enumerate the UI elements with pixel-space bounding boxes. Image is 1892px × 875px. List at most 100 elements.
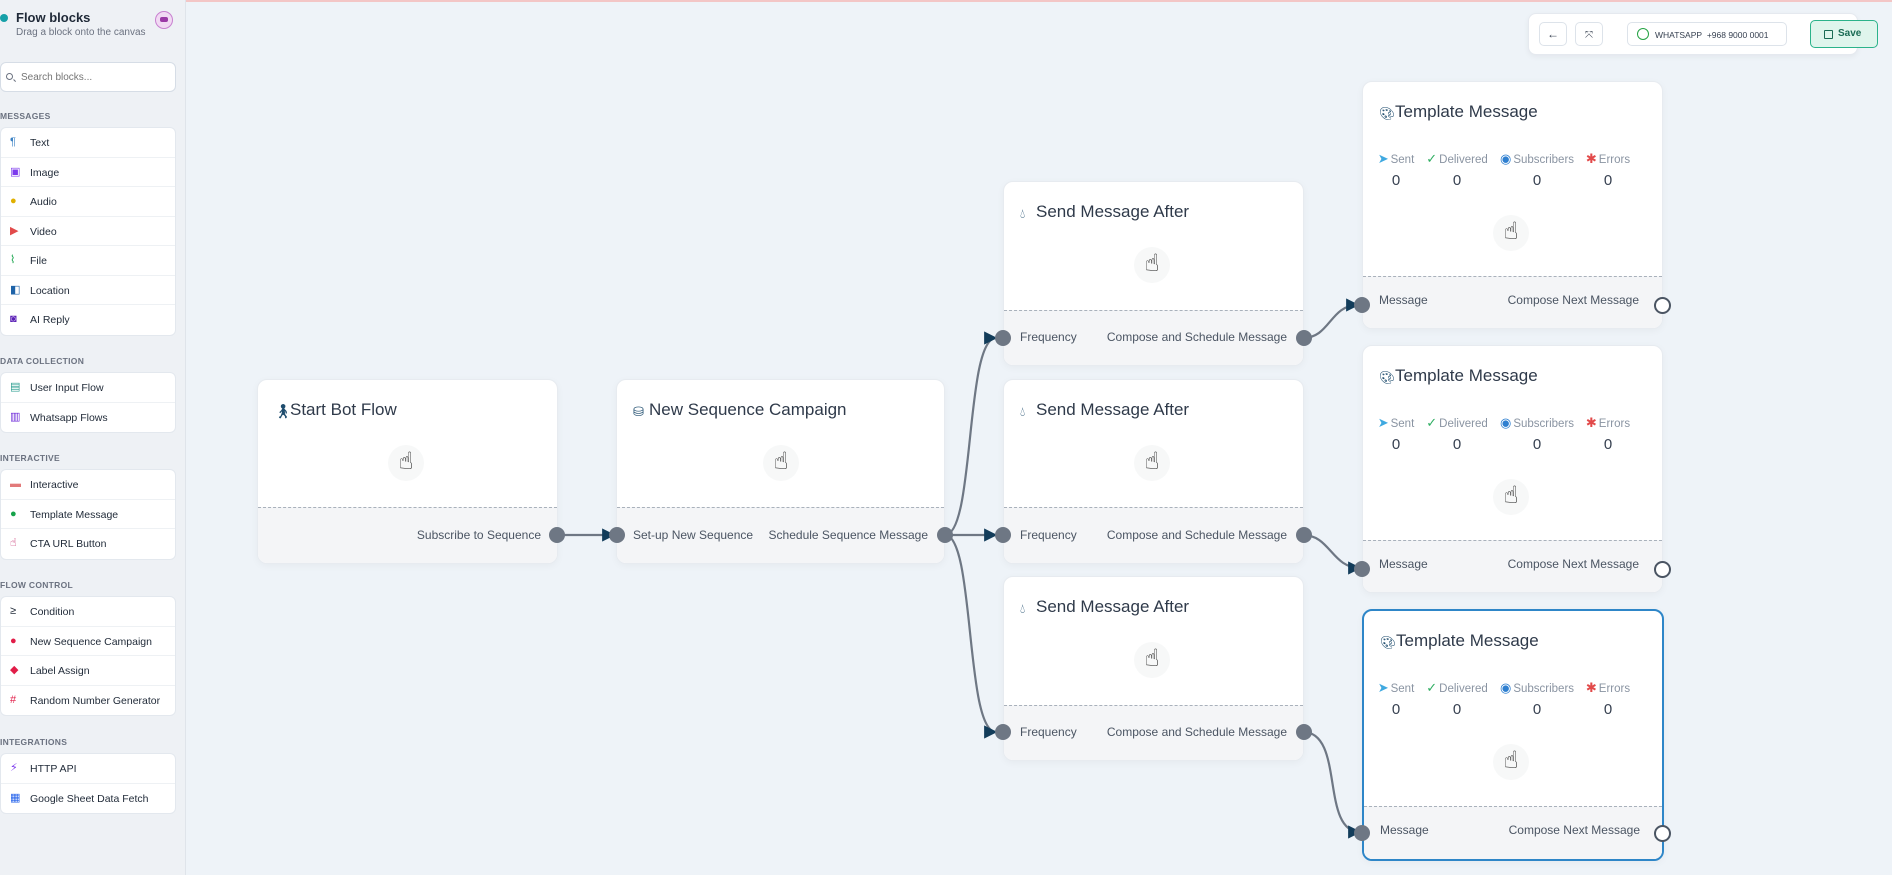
hand-pointer-icon[interactable]: ☝︎ — [1134, 247, 1170, 283]
send-message-after-node[interactable]: 💧︎ Send Message After ☝︎ Frequency Compos… — [1003, 181, 1304, 366]
input-port[interactable] — [995, 724, 1011, 740]
sidebar-item-new-sequence-campaign[interactable]: ● New Sequence Campaign — [1, 627, 175, 656]
input-port[interactable] — [1354, 297, 1370, 313]
sidebar-item-video[interactable]: ▶ Video — [1, 217, 175, 246]
whatsapp-number-chip[interactable]: WHATSAPP +968 9000 0001 — [1627, 22, 1787, 46]
microphone-icon: ● — [10, 195, 17, 207]
sidebar-item-image[interactable]: ▣ Image — [1, 158, 175, 187]
plug-icon: ⚡ — [10, 762, 18, 774]
wire-campaign-to-send-1[interactable] — [944, 331, 998, 537]
wire-campaign-to-send-3[interactable] — [944, 533, 998, 739]
sidebar-item-user-input-flow[interactable]: ▤ User Input Flow — [1, 373, 175, 403]
wire-send2-to-template2[interactable] — [1302, 533, 1362, 575]
sidebar-item-template-message[interactable]: ● Template Message — [1, 500, 175, 529]
hand-pointer-icon[interactable]: ☝︎ — [1493, 215, 1529, 251]
output-port[interactable] — [549, 527, 565, 543]
output-label: Compose and Schedule Message — [1106, 528, 1287, 542]
stat-subscribers: ◉ Subscribers 0 — [1497, 151, 1577, 189]
save-button[interactable]: Save — [1810, 20, 1878, 48]
sidebar-item-http-api[interactable]: ⚡ HTTP API — [1, 754, 175, 784]
node-title: 💧︎ Send Message After — [1020, 202, 1189, 222]
output-port[interactable] — [1296, 724, 1312, 740]
sidebar-item-label: Interactive — [30, 479, 79, 491]
input-label: Frequency — [1020, 725, 1077, 739]
search-input[interactable] — [21, 69, 171, 86]
node-footer: Message Compose Next Message — [1363, 540, 1662, 592]
section-group: ▤ User Input Flow ▥ Whatsapp Flows — [0, 372, 176, 433]
sidebar-item-label: Label Assign — [30, 665, 90, 677]
sidebar-item-ai-reply[interactable]: ◙ AI Reply — [1, 305, 175, 335]
sidebar-item-interactive[interactable]: ▬ Interactive — [1, 470, 175, 500]
hand-pointer-icon[interactable]: ☝︎ — [1134, 642, 1170, 678]
hand-pointer-icon[interactable]: ☝︎ — [1493, 744, 1529, 780]
stat-value: 0 — [1532, 436, 1542, 453]
bot-avatar-icon[interactable] — [155, 11, 173, 29]
input-port[interactable] — [609, 527, 625, 543]
palette-icon: ● — [10, 507, 17, 520]
input-port[interactable] — [995, 527, 1011, 543]
sidebar-item-label: File — [30, 255, 47, 267]
sidebar-item-label-assign[interactable]: ◆ Label Assign — [1, 656, 175, 686]
check-circle-icon: ✓ — [1426, 415, 1438, 430]
output-port[interactable] — [1296, 527, 1312, 543]
sidebar-item-label: Condition — [30, 606, 75, 618]
expand-icon: ⤧ — [1585, 30, 1593, 41]
input-label: Message — [1379, 293, 1428, 307]
stat-label: Sent — [1390, 418, 1415, 430]
input-port[interactable] — [1354, 561, 1370, 577]
template-message-node-selected[interactable]: 🎨︎Template Message ➤ Sent 0 ✓ Delivered 0 ◉ S… — [1362, 609, 1664, 861]
fit-view-button[interactable]: ⤧ — [1575, 22, 1603, 46]
open-output-port[interactable] — [1654, 825, 1671, 842]
sidebar-item-audio[interactable]: ● Audio — [1, 187, 175, 217]
stat-label: Sent — [1390, 683, 1415, 695]
sidebar-item-whatsapp-flows[interactable]: ▥ Whatsapp Flows — [1, 403, 175, 433]
input-port[interactable] — [1354, 825, 1370, 841]
person-walking-icon: 🚶︎ — [274, 403, 292, 419]
wire-send3-to-template3[interactable] — [1302, 730, 1362, 839]
sidebar-item-cta-url-button[interactable]: ☝ CTA URL Button — [1, 529, 175, 559]
new-sequence-campaign-node[interactable]: ⛁ New Sequence Campaign ☝︎ Set-up New Seq… — [616, 379, 945, 564]
whatsapp-icon — [1637, 28, 1649, 40]
open-output-port[interactable] — [1654, 561, 1671, 578]
send-message-after-node[interactable]: 💧︎ Send Message After ☝︎ Frequency Compos… — [1003, 576, 1304, 761]
check-circle-icon: ✓ — [1426, 151, 1438, 166]
sidebar-item-label: Google Sheet Data Fetch — [30, 792, 149, 805]
search-icon — [6, 73, 13, 80]
template-message-node[interactable]: 🎨︎Template Message ➤ Sent 0 ✓ Delivered 0 ◉ S… — [1362, 81, 1663, 329]
input-label: Message — [1379, 557, 1428, 571]
start-bot-flow-node[interactable]: 🚶︎Start Bot Flow ☝︎ Subscribe to Sequenc… — [257, 379, 558, 564]
stat-errors: ✱ Errors 0 — [1568, 415, 1648, 453]
hand-pointer-icon[interactable]: ☝︎ — [763, 445, 799, 481]
node-title: 🎨︎Template Message — [1379, 366, 1538, 386]
sidebar-item-label: Text — [30, 137, 50, 149]
output-label: Compose and Schedule Message — [1106, 330, 1287, 344]
stat-value: 0 — [1452, 172, 1462, 189]
user-circle-icon: ◉ — [1499, 680, 1512, 695]
sidebar-item-location[interactable]: ◧ Location — [1, 276, 175, 305]
stat-value: 0 — [1603, 436, 1613, 453]
hand-pointer-icon[interactable]: ☝︎ — [1134, 445, 1170, 481]
keyboard-icon: ▤ — [10, 381, 21, 393]
node-title-text: Template Message — [1396, 631, 1539, 650]
input-label: Set-up New Sequence — [633, 528, 754, 542]
stat-label: Errors — [1598, 683, 1631, 695]
send-message-after-node[interactable]: 💧︎ Send Message After ☝︎ Frequency Compos… — [1003, 379, 1304, 564]
paint-bucket-icon: ⛁ — [633, 404, 644, 419]
hand-pointer-icon[interactable]: ☝︎ — [1493, 479, 1529, 515]
input-label: Message — [1380, 823, 1429, 837]
open-output-port[interactable] — [1654, 297, 1671, 314]
sidebar-item-google-sheet-data-fetch[interactable]: ▦ Google Sheet Data Fetch — [1, 784, 175, 814]
sidebar-item-file[interactable]: ⌇ File — [1, 246, 175, 276]
sidebar-item-text[interactable]: ¶ Text — [1, 128, 175, 158]
search-box — [0, 62, 176, 92]
back-button[interactable]: ← — [1539, 22, 1567, 46]
output-port[interactable] — [937, 527, 953, 543]
output-port[interactable] — [1296, 330, 1312, 346]
input-port[interactable] — [995, 330, 1011, 346]
wire-send1-to-template1[interactable] — [1302, 298, 1360, 340]
sidebar-item-condition[interactable]: ≥ Condition — [1, 597, 175, 627]
template-message-node[interactable]: 🎨︎Template Message ➤ Sent 0 ✓ Delivered 0 ◉ S… — [1362, 345, 1663, 593]
hand-pointer-icon[interactable]: ☝︎ — [388, 445, 424, 481]
sidebar-item-random-number-generator[interactable]: # Random Number Generator — [1, 686, 175, 716]
stat-label: Delivered — [1439, 154, 1488, 166]
